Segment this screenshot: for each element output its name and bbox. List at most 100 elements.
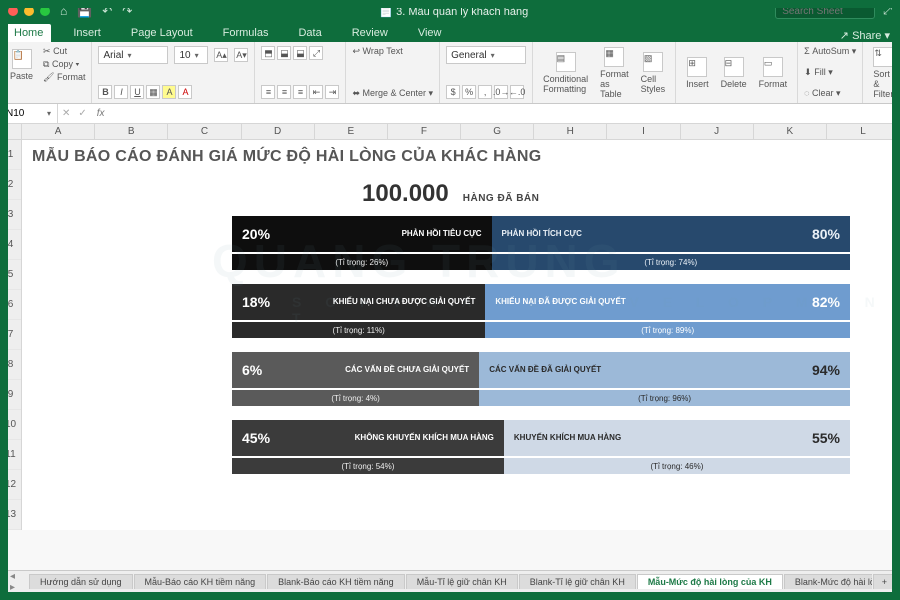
format-painter-button[interactable]: 🖌 Format — [43, 72, 85, 83]
format-as-table-button[interactable]: ▦Format as Table — [596, 47, 633, 99]
indent-left-icon[interactable]: ⇤ — [309, 85, 323, 99]
italic-button[interactable]: I — [114, 85, 128, 99]
conditional-formatting-button[interactable]: ▤Conditional Formatting — [539, 52, 592, 94]
row-header[interactable]: 10 — [0, 410, 21, 440]
decrease-font-icon[interactable]: A▾ — [234, 48, 248, 62]
row-header[interactable]: 9 — [0, 380, 21, 410]
sheet-nav-icon[interactable]: ◂ ▸ — [4, 571, 28, 593]
font-color-button[interactable]: A — [178, 85, 192, 99]
expand-icon[interactable]: ⤢ — [883, 5, 892, 18]
row-header[interactable]: 1 — [0, 140, 21, 170]
delete-cells-button[interactable]: ⊟Delete — [717, 57, 751, 89]
autosum-button[interactable]: Σ AutoSum ▾ — [804, 46, 856, 57]
format-cells-button[interactable]: ▭Format — [755, 57, 792, 89]
sheet-tab[interactable]: Mẫu-Tỉ lệ giữ chân KH — [406, 574, 518, 589]
number-format-select[interactable]: General▾ — [446, 46, 526, 64]
tab-formulas[interactable]: Formulas — [215, 24, 277, 42]
underline-button[interactable]: U — [130, 85, 144, 99]
paste-button[interactable]: 📋Paste — [6, 49, 37, 81]
column-header[interactable]: I — [607, 124, 680, 139]
column-header[interactable]: L — [827, 124, 900, 139]
tab-data[interactable]: Data — [290, 24, 329, 42]
column-header[interactable]: J — [681, 124, 754, 139]
column-header[interactable]: H — [534, 124, 607, 139]
select-all-corner[interactable] — [0, 124, 22, 139]
sheet-tab[interactable]: Blank-Báo cáo KH tiềm năng — [267, 574, 405, 589]
align-top-icon[interactable]: ⬒ — [261, 46, 275, 60]
sheet-tab[interactable]: Mẫu-Mức độ hài lòng của KH — [637, 574, 783, 589]
row-header[interactable]: 2 — [0, 170, 21, 200]
sort-filter-button[interactable]: ⇅Sort & Filter — [869, 47, 897, 99]
indent-right-icon[interactable]: ⇥ — [325, 85, 339, 99]
add-sheet-button[interactable]: + — [873, 574, 896, 589]
row-header[interactable]: 11 — [0, 440, 21, 470]
minimize-window-icon[interactable] — [24, 6, 34, 16]
row-header[interactable]: 7 — [0, 320, 21, 350]
undo-icon[interactable]: ↶ — [102, 4, 112, 18]
home-icon[interactable]: ⌂ — [60, 4, 67, 18]
increase-decimal-icon[interactable]: .0→ — [494, 85, 508, 99]
row-header[interactable]: 12 — [0, 470, 21, 500]
worksheet-area[interactable]: 12345678910111213 MẪU BÁO CÁO ĐÁNH GIÁ M… — [0, 140, 900, 530]
column-header[interactable]: E — [315, 124, 388, 139]
font-name-select[interactable]: Arial▾ — [98, 46, 168, 64]
row-header[interactable]: 13 — [0, 500, 21, 530]
bold-button[interactable]: B — [98, 85, 112, 99]
sheet-tab[interactable]: Hướng dẫn sử dụng — [29, 574, 133, 589]
tab-review[interactable]: Review — [344, 24, 396, 42]
share-button[interactable]: ↗ Share ▾ — [840, 29, 894, 42]
cut-button[interactable]: ✂ Cut — [43, 46, 85, 57]
currency-icon[interactable]: $ — [446, 85, 460, 99]
close-window-icon[interactable] — [8, 6, 18, 16]
wrap-text-button[interactable]: ↩ Wrap Text — [352, 46, 433, 57]
sheet-tab[interactable]: Blank-Mức độ hài lòng của KH — [784, 574, 872, 589]
tab-page-layout[interactable]: Page Layout — [123, 24, 201, 42]
border-button[interactable]: ▦ — [146, 85, 160, 99]
align-middle-icon[interactable]: ⬓ — [277, 46, 291, 60]
increase-font-icon[interactable]: A▴ — [214, 48, 228, 62]
name-box[interactable]: N10▾ — [0, 104, 58, 123]
cell-styles-button[interactable]: ▧Cell Styles — [637, 52, 670, 94]
comma-icon[interactable]: , — [478, 85, 492, 99]
tab-home[interactable]: Home — [6, 24, 51, 42]
column-header[interactable]: C — [168, 124, 241, 139]
orientation-icon[interactable]: ⤢ — [309, 46, 323, 60]
sheet-tab[interactable]: Mẫu-Báo cáo KH tiềm năng — [134, 574, 267, 589]
merge-center-button[interactable]: ⬌ Merge & Center ▾ — [352, 88, 433, 99]
fx-cancel-icon[interactable]: ✕ — [58, 108, 74, 119]
column-header[interactable]: K — [754, 124, 827, 139]
column-header[interactable]: F — [388, 124, 461, 139]
row-header[interactable]: 8 — [0, 350, 21, 380]
align-center-icon[interactable]: ≡ — [277, 85, 291, 99]
fill-button[interactable]: ⬇ Fill ▾ — [804, 67, 856, 78]
fill-color-button[interactable]: A — [162, 85, 176, 99]
column-header[interactable]: A — [22, 124, 95, 139]
tab-view[interactable]: View — [410, 24, 450, 42]
row-header[interactable]: 3 — [0, 200, 21, 230]
column-header[interactable]: G — [461, 124, 534, 139]
tab-insert[interactable]: Insert — [65, 24, 109, 42]
row-header[interactable]: 6 — [0, 290, 21, 320]
insert-cells-button[interactable]: ⊞Insert — [682, 57, 713, 89]
clear-button[interactable]: ◌ Clear ▾ — [804, 88, 856, 99]
save-icon[interactable]: 💾 — [77, 4, 92, 18]
percent-icon[interactable]: % — [462, 85, 476, 99]
align-left-icon[interactable]: ≡ — [261, 85, 275, 99]
row-header[interactable]: 4 — [0, 230, 21, 260]
grid[interactable]: MẪU BÁO CÁO ĐÁNH GIÁ MỨC ĐỘ HÀI LÒNG CỦA… — [22, 140, 900, 530]
redo-icon[interactable]: ↷ — [122, 4, 132, 18]
decrease-decimal-icon[interactable]: ←.0 — [510, 85, 524, 99]
column-header[interactable]: B — [95, 124, 168, 139]
font-size-select[interactable]: 10▾ — [174, 46, 208, 64]
search-sheet-input[interactable] — [775, 4, 875, 19]
column-header[interactable]: D — [242, 124, 315, 139]
column-headers: ABCDEFGHIJKL — [0, 124, 900, 140]
maximize-window-icon[interactable] — [40, 6, 50, 16]
row-header[interactable]: 5 — [0, 260, 21, 290]
align-right-icon[interactable]: ≡ — [293, 85, 307, 99]
copy-button[interactable]: ⧉ Copy ▾ — [43, 59, 85, 70]
align-bottom-icon[interactable]: ⬓ — [293, 46, 307, 60]
sheet-tab[interactable]: Blank-Tỉ lệ giữ chân KH — [519, 574, 636, 589]
ribbon-tabs: Home Insert Page Layout Formulas Data Re… — [0, 22, 900, 42]
fx-confirm-icon[interactable]: ✓ — [74, 108, 90, 119]
